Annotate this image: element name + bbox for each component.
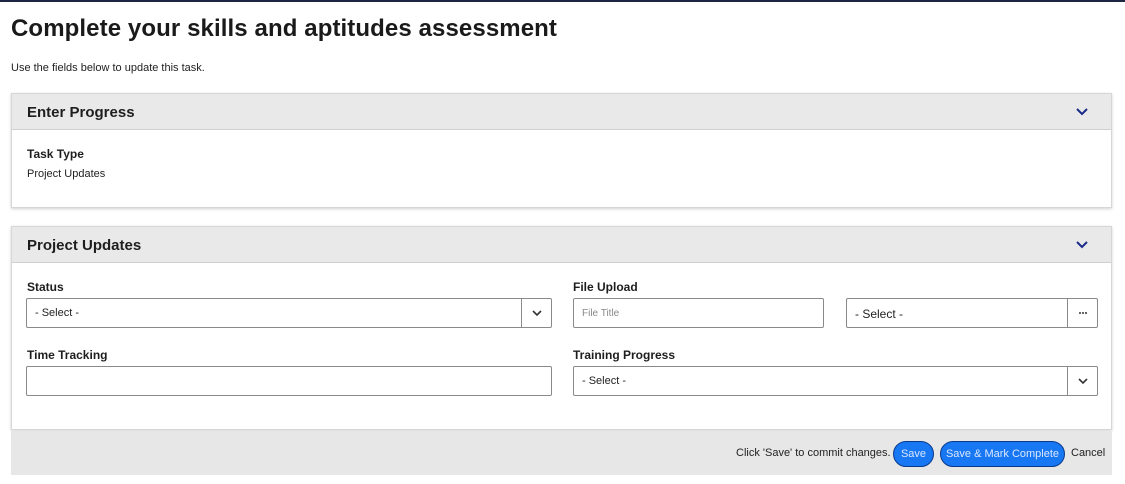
page-subtitle: Use the fields below to update this task… xyxy=(11,62,205,74)
enter-progress-title: Enter Progress xyxy=(27,104,135,121)
training-progress-select[interactable]: - Select - xyxy=(573,366,1098,396)
save-hint: Click 'Save' to commit changes. xyxy=(736,447,891,459)
project-updates-panel: Project Updates Status - Select - File U… xyxy=(11,226,1112,430)
footer-action-bar: Click 'Save' to commit changes. Save Sav… xyxy=(11,431,1112,475)
time-tracking-label: Time Tracking xyxy=(27,348,108,362)
top-border xyxy=(0,0,1125,2)
status-select-toggle[interactable] xyxy=(521,299,551,327)
file-type-select[interactable]: - Select - xyxy=(846,298,1098,328)
task-type-label: Task Type xyxy=(27,147,84,161)
save-button[interactable]: Save xyxy=(893,441,934,467)
chevron-down-icon xyxy=(531,310,542,317)
training-progress-select-toggle[interactable] xyxy=(1067,367,1097,395)
enter-progress-header[interactable]: Enter Progress xyxy=(12,94,1111,130)
ellipsis-icon xyxy=(1078,312,1087,314)
project-updates-header[interactable]: Project Updates xyxy=(12,227,1111,263)
file-browse-button[interactable] xyxy=(1067,299,1097,327)
file-type-select-value: - Select - xyxy=(855,307,904,321)
cancel-link[interactable]: Cancel xyxy=(1071,447,1105,459)
training-progress-label: Training Progress xyxy=(573,348,676,362)
project-updates-title: Project Updates xyxy=(27,237,142,254)
chevron-down-icon[interactable] xyxy=(1075,238,1089,252)
file-upload-label: File Upload xyxy=(573,280,638,294)
chevron-down-icon[interactable] xyxy=(1075,105,1089,119)
status-select-value: - Select - xyxy=(35,307,80,319)
page-title: Complete your skills and aptitudes asses… xyxy=(11,15,558,42)
file-title-input[interactable] xyxy=(573,298,824,328)
training-progress-select-value: - Select - xyxy=(582,375,627,387)
save-mark-complete-button[interactable]: Save & Mark Complete xyxy=(940,441,1065,467)
time-tracking-input[interactable] xyxy=(26,366,552,396)
task-type-value: Project Updates xyxy=(27,168,106,180)
enter-progress-panel: Enter Progress Task Type Project Updates xyxy=(11,93,1112,208)
chevron-down-icon xyxy=(1077,378,1088,385)
status-select[interactable]: - Select - xyxy=(26,298,552,328)
status-label: Status xyxy=(27,280,64,294)
